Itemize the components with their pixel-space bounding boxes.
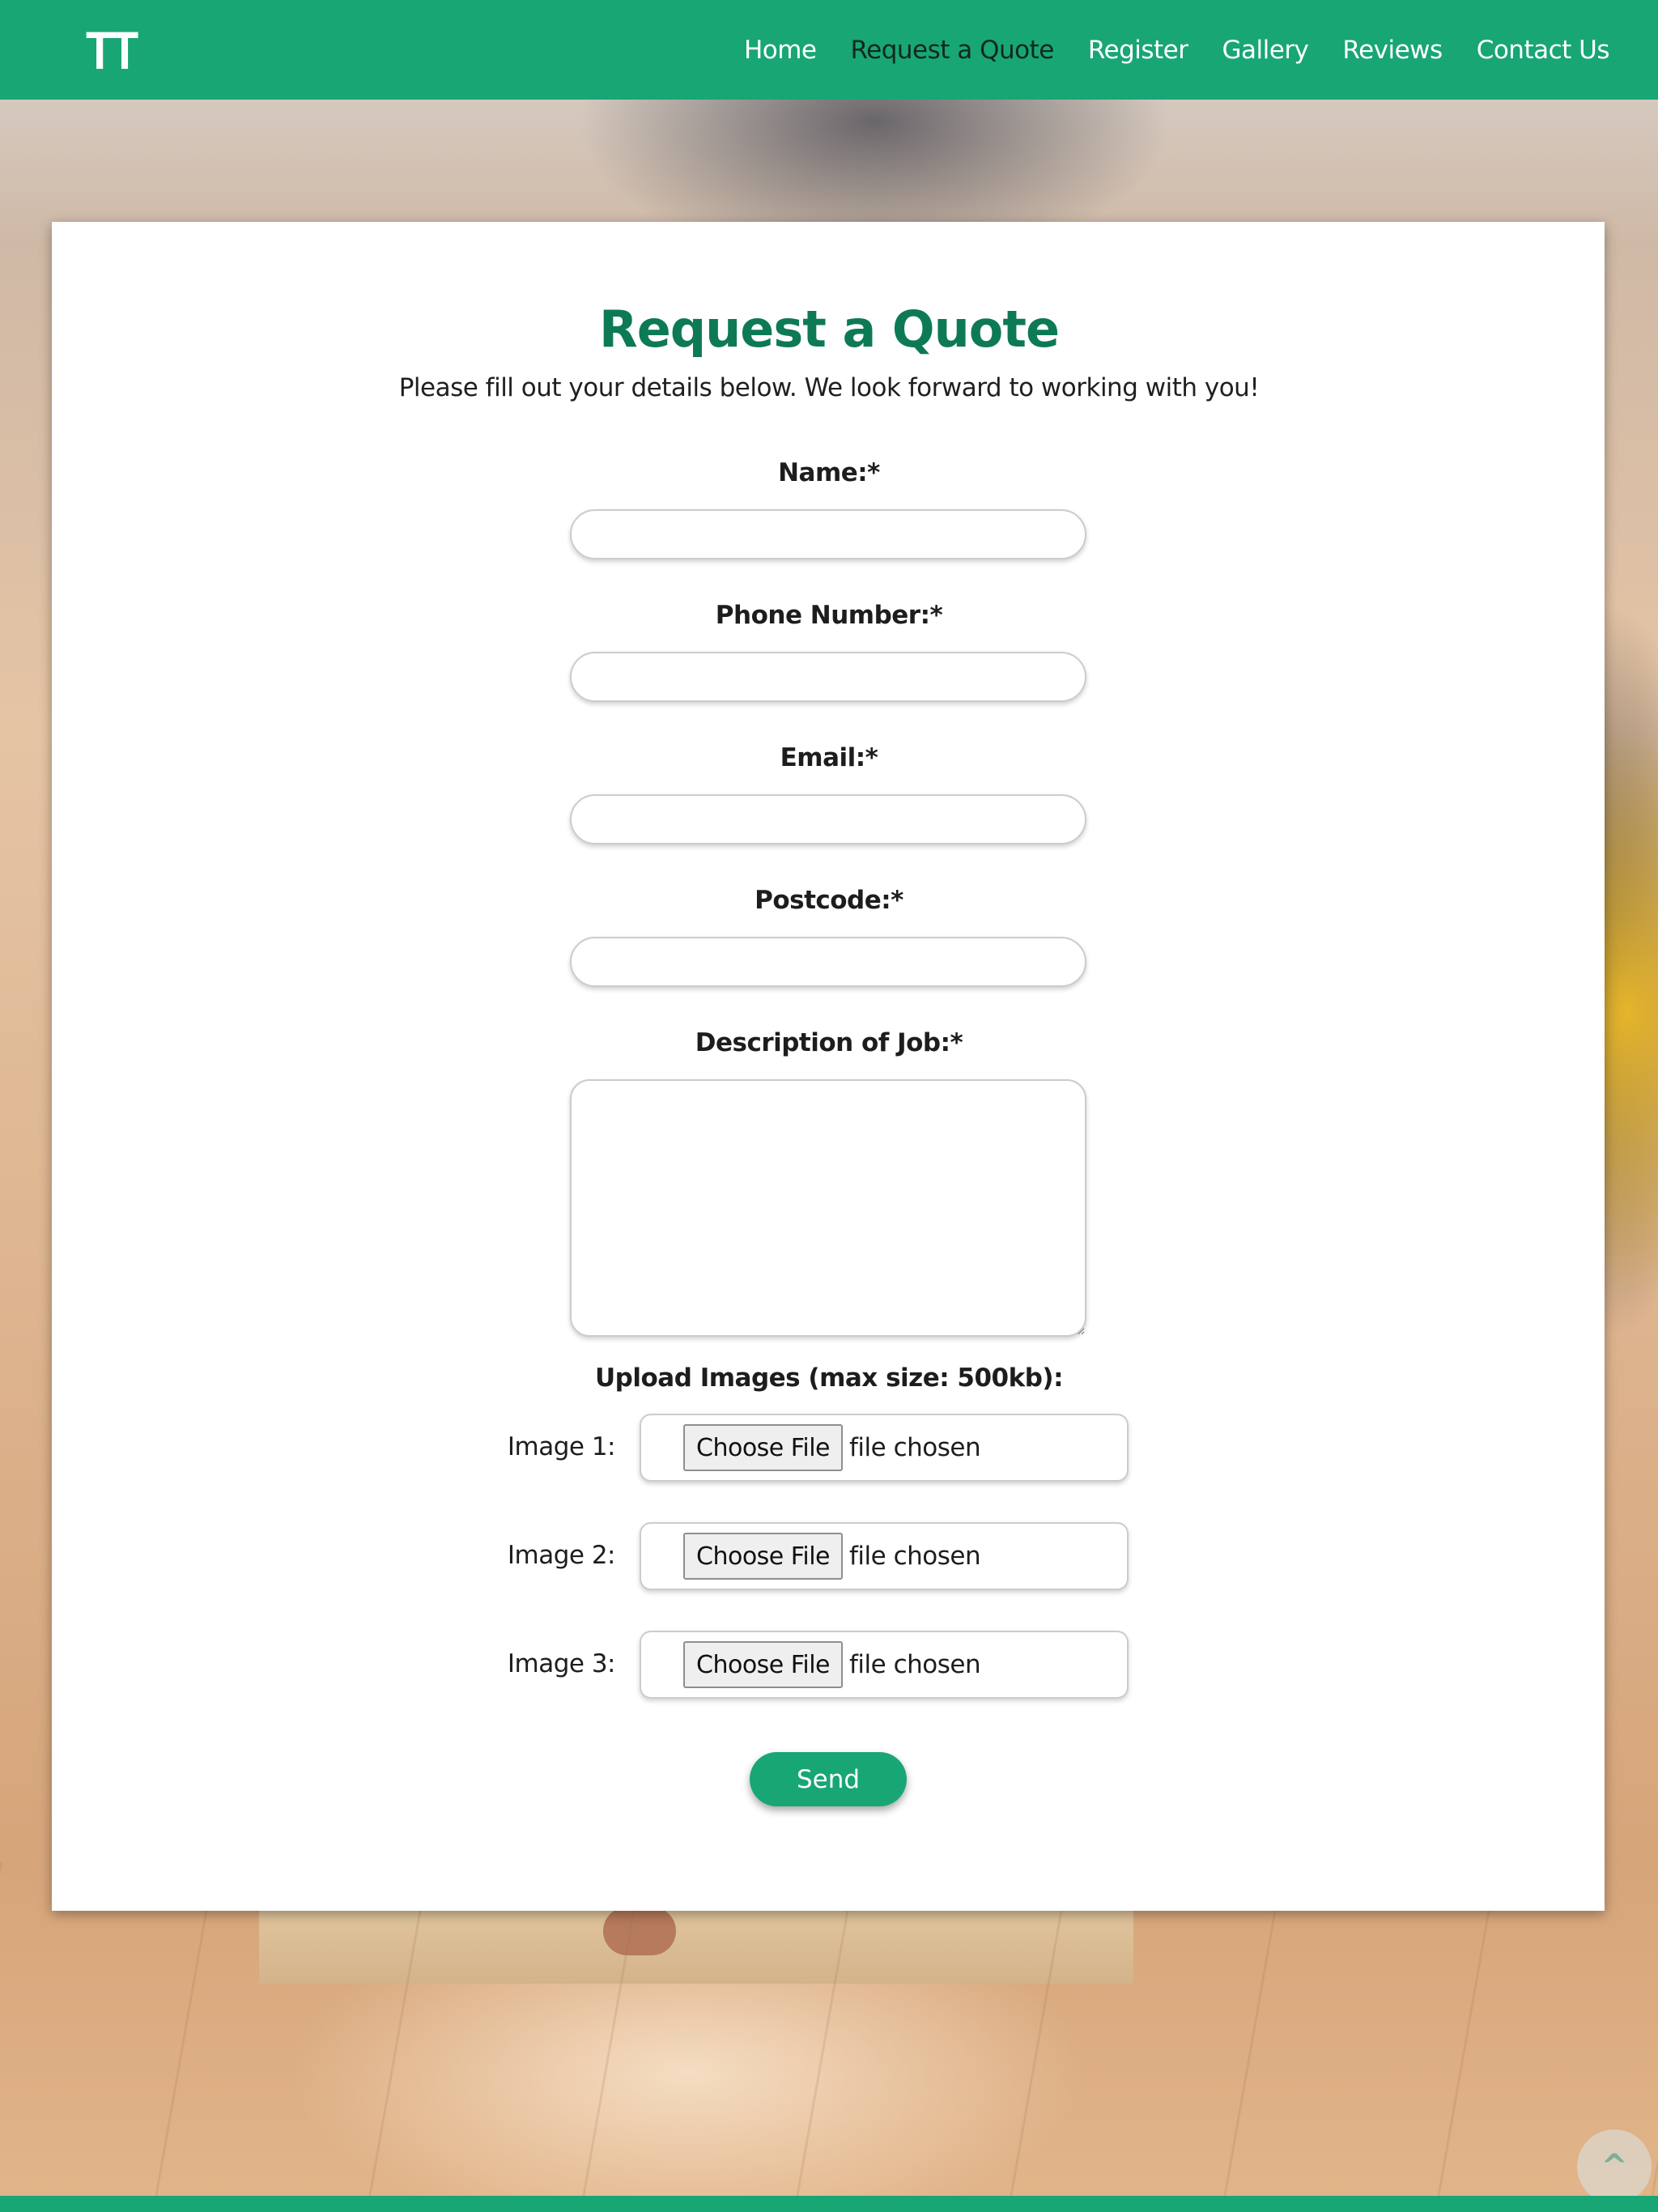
name-label: Name:*	[778, 458, 880, 487]
postcode-input[interactable]	[570, 937, 1086, 987]
phone-input[interactable]	[570, 652, 1086, 702]
postcode-label: Postcode:*	[755, 886, 903, 915]
email-input[interactable]	[570, 794, 1086, 844]
nav-home[interactable]: Home	[744, 36, 817, 65]
description-label: Description of Job:*	[695, 1028, 963, 1057]
image-3-label: Image 3:	[507, 1649, 616, 1678]
image-1-file-input[interactable]: Choose File file chosen	[640, 1414, 1129, 1482]
chevron-up-icon: ^	[1601, 2148, 1628, 2185]
phone-label: Phone Number:*	[715, 601, 943, 630]
page-subtitle: Please fill out your details below. We l…	[398, 373, 1260, 402]
image-1-file-status: file chosen	[849, 1433, 981, 1462]
upload-images-label: Upload Images (max size: 500kb):	[595, 1363, 1064, 1393]
image-2-choose-file-button[interactable]: Choose File	[683, 1533, 843, 1580]
image-3-file-input[interactable]: Choose File file chosen	[640, 1631, 1129, 1699]
image-1-choose-file-button[interactable]: Choose File	[683, 1424, 843, 1471]
nav-links: Home Request a Quote Register Gallery Re…	[710, 36, 1610, 65]
scroll-to-top-button[interactable]: ^	[1577, 2129, 1652, 2204]
site-logo[interactable]: TT	[86, 23, 138, 77]
image-2-file-input[interactable]: Choose File file chosen	[640, 1522, 1129, 1590]
send-button[interactable]: Send	[750, 1752, 907, 1806]
background-hand	[603, 1907, 676, 1955]
image-2-file-status: file chosen	[849, 1542, 981, 1571]
nav-gallery[interactable]: Gallery	[1222, 36, 1309, 65]
nav-contact-us[interactable]: Contact Us	[1477, 36, 1610, 65]
page-title: Request a Quote	[598, 300, 1060, 359]
nav-register[interactable]: Register	[1088, 36, 1188, 65]
navbar: TT Home Request a Quote Register Gallery…	[0, 0, 1658, 100]
image-2-label: Image 2:	[507, 1541, 616, 1570]
footer-strip	[0, 2196, 1658, 2212]
image-3-choose-file-button[interactable]: Choose File	[683, 1641, 843, 1688]
image-3-file-status: file chosen	[849, 1650, 981, 1679]
description-textarea[interactable]	[570, 1079, 1086, 1337]
image-1-label: Image 1:	[507, 1432, 616, 1461]
name-input[interactable]	[570, 509, 1086, 559]
nav-request-quote[interactable]: Request a Quote	[850, 36, 1054, 65]
nav-reviews[interactable]: Reviews	[1342, 36, 1443, 65]
email-label: Email:*	[780, 743, 878, 772]
